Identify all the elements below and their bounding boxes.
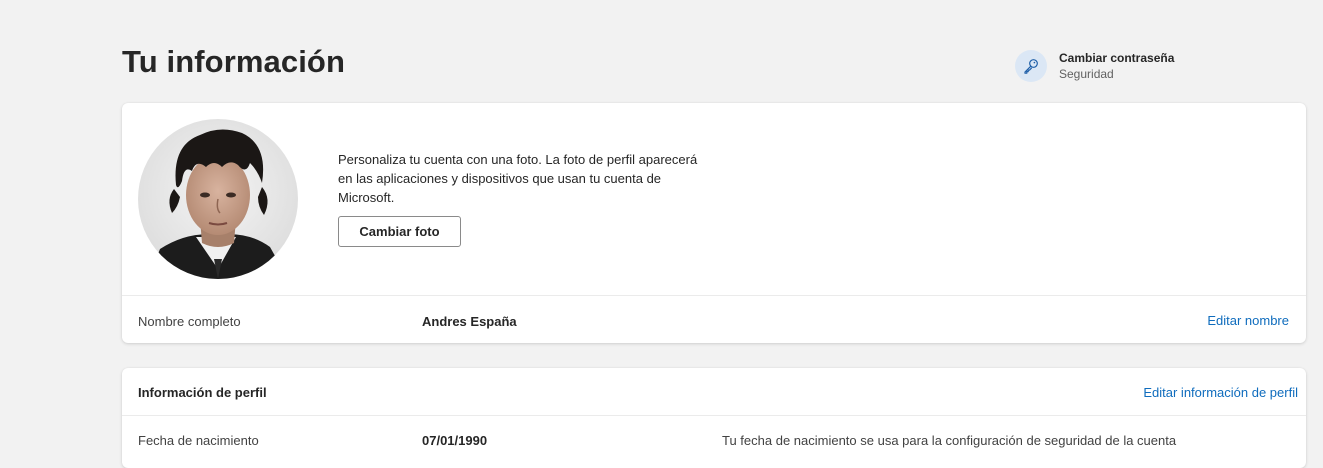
full-name-value: Andres España bbox=[422, 314, 517, 329]
profile-photo-card: Personaliza tu cuenta con una foto. La f… bbox=[122, 103, 1306, 343]
edit-profile-info-link[interactable]: Editar información de perfil bbox=[1143, 385, 1298, 400]
full-name-label: Nombre completo bbox=[138, 314, 241, 329]
profile-info-card: Información de perfil Editar información… bbox=[122, 368, 1306, 468]
birthdate-label: Fecha de nacimiento bbox=[138, 433, 259, 448]
profile-info-heading: Información de perfil bbox=[138, 385, 267, 400]
change-password-link[interactable]: Cambiar contraseña Seguridad bbox=[1015, 50, 1174, 82]
change-password-title: Cambiar contraseña bbox=[1059, 51, 1175, 65]
key-icon bbox=[1015, 50, 1047, 82]
divider bbox=[122, 295, 1306, 296]
birthdate-note: Tu fecha de nacimiento se usa para la co… bbox=[722, 433, 1177, 448]
security-subtitle: Seguridad bbox=[1059, 67, 1114, 81]
birthdate-value: 07/01/1990 bbox=[422, 433, 488, 448]
avatar bbox=[138, 119, 298, 279]
photo-description: Personaliza tu cuenta con una foto. La f… bbox=[338, 152, 698, 205]
divider bbox=[122, 415, 1306, 416]
page-title: Tu información bbox=[122, 44, 345, 79]
change-photo-button[interactable]: Cambiar foto bbox=[338, 216, 461, 247]
edit-name-link[interactable]: Editar nombre bbox=[1207, 313, 1289, 328]
